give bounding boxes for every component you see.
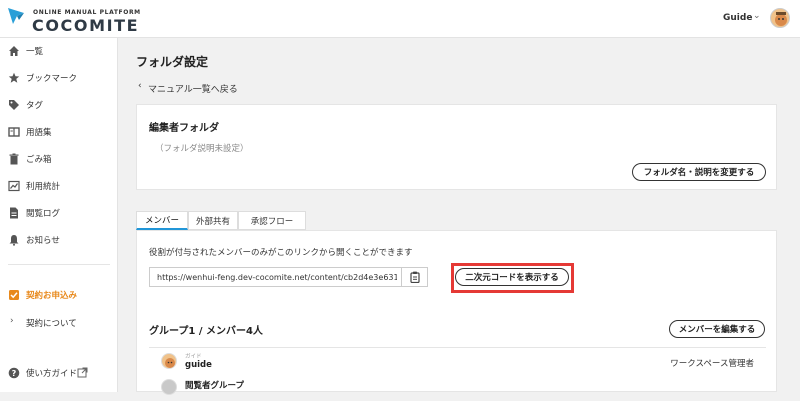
folder-name: 編集者フォルダ [149, 123, 219, 134]
avatar[interactable] [770, 8, 790, 28]
glossary-icon [8, 126, 20, 138]
sidebar-item-bookmark[interactable]: ブックマーク [0, 68, 118, 88]
chevron-right-icon: › [10, 316, 14, 326]
main-content: フォルダ設定 ‹ マニュアル一覧へ戻る 編集者フォルダ （フォルダ説明未設定） … [118, 38, 800, 395]
stats-icon [8, 180, 20, 192]
sidebar-item-label: 契約について [26, 319, 77, 329]
chevron-left-icon[interactable]: ‹ [138, 81, 142, 91]
member-role: ワークスペース管理者 [670, 359, 754, 369]
folder-card: 編集者フォルダ （フォルダ説明未設定） フォルダ名・説明を変更する [136, 104, 777, 190]
clipboard-icon[interactable] [401, 268, 427, 286]
logo-wordmark: COCOMITE [32, 16, 140, 35]
star-icon [8, 72, 20, 84]
edit-folder-button[interactable]: フォルダ名・説明を変更する [632, 163, 766, 181]
share-url-text[interactable]: https://wenhui-feng.dev-cocomite.net/con… [157, 273, 397, 282]
group-title: グループ1 / メンバー4人 [149, 326, 263, 337]
bell-icon [8, 234, 20, 246]
sidebar-item-label: 閲覧ログ [26, 209, 61, 219]
sidebar-item-label: 一覧 [26, 47, 44, 57]
sidebar-item-list[interactable]: 一覧 [0, 41, 118, 61]
chevron-down-icon[interactable]: ⌄ [753, 11, 761, 21]
members-card: 役割が付与されたメンバーのみがこのリンクから開くことができます https://… [136, 230, 777, 395]
svg-text:?: ? [12, 369, 17, 378]
sidebar-item-contract-about[interactable]: › 契約について [0, 313, 118, 333]
member-name: 閲覧者グループ [185, 381, 244, 391]
logo-tagline: ONLINE MANUAL PLATFORM [33, 9, 141, 16]
member-row: 閲覧者グループ [149, 375, 766, 401]
sidebar-item-trash[interactable]: ごみ箱 [0, 149, 118, 169]
sidebar-item-label: 利用統計 [26, 182, 61, 192]
sidebar-item-label: タグ [26, 101, 44, 111]
edit-members-button[interactable]: メンバーを編集する [669, 320, 765, 338]
sidebar-item-tag[interactable]: タグ [0, 95, 118, 115]
folder-description: （フォルダ説明未設定） [155, 144, 249, 154]
sidebar-item-label: ブックマーク [26, 74, 78, 84]
avatar [161, 353, 177, 369]
share-url-field[interactable]: https://wenhui-feng.dev-cocomite.net/con… [149, 267, 428, 287]
member-name: guide [185, 360, 212, 370]
home-icon [8, 45, 20, 57]
tab-members[interactable]: メンバー [136, 211, 188, 230]
sidebar-item-label: ごみ箱 [26, 155, 52, 165]
sidebar-item-label: 使い方ガイド [26, 369, 78, 379]
sidebar-item-contract-apply[interactable]: 契約お申込み [0, 285, 118, 305]
sidebar-item-label: お知らせ [26, 236, 60, 246]
external-link-icon [77, 367, 88, 381]
user-name[interactable]: Guide [723, 13, 752, 23]
group-divider [149, 347, 766, 348]
avatar-image-icon [775, 12, 787, 26]
member-row: ガイド guide ワークスペース管理者 [149, 349, 766, 375]
sidebar-item-notice[interactable]: お知らせ [0, 230, 118, 250]
back-to-manual-list-link[interactable]: マニュアル一覧へ戻る [148, 82, 238, 95]
sidebar-item-stats[interactable]: 利用統計 [0, 176, 118, 196]
log-icon [8, 207, 20, 219]
show-qr-code-button[interactable]: 二次元コードを表示する [455, 268, 569, 286]
sidebar: 一覧 ブックマーク タグ 用語集 ごみ箱 利用統計 閲覧ログ お知らせ 契約お申… [0, 38, 118, 392]
sidebar-item-guide[interactable]: ? 使い方ガイド [0, 363, 118, 383]
tab-approval-flow[interactable]: 承認フロー [238, 211, 306, 230]
sidebar-item-glossary[interactable]: 用語集 [0, 122, 118, 142]
logo-mark-icon [8, 8, 24, 24]
trash-icon [8, 153, 20, 165]
sidebar-item-label: 用語集 [26, 128, 52, 138]
share-note: 役割が付与されたメンバーのみがこのリンクから開くことができます [149, 248, 413, 258]
sidebar-divider [8, 264, 110, 265]
top-header: ONLINE MANUAL PLATFORM COCOMITE Guide ⌄ [0, 0, 800, 38]
sidebar-item-label: 契約お申込み [26, 291, 78, 301]
member-furigana: ガイド [185, 354, 202, 360]
help-icon: ? [8, 367, 20, 379]
page-title: フォルダ設定 [136, 55, 209, 69]
sidebar-item-log[interactable]: 閲覧ログ [0, 203, 118, 223]
group-avatar [161, 379, 177, 395]
checkbox-icon [8, 289, 20, 301]
tab-external-share[interactable]: 外部共有 [188, 211, 238, 230]
tag-icon [8, 99, 20, 111]
